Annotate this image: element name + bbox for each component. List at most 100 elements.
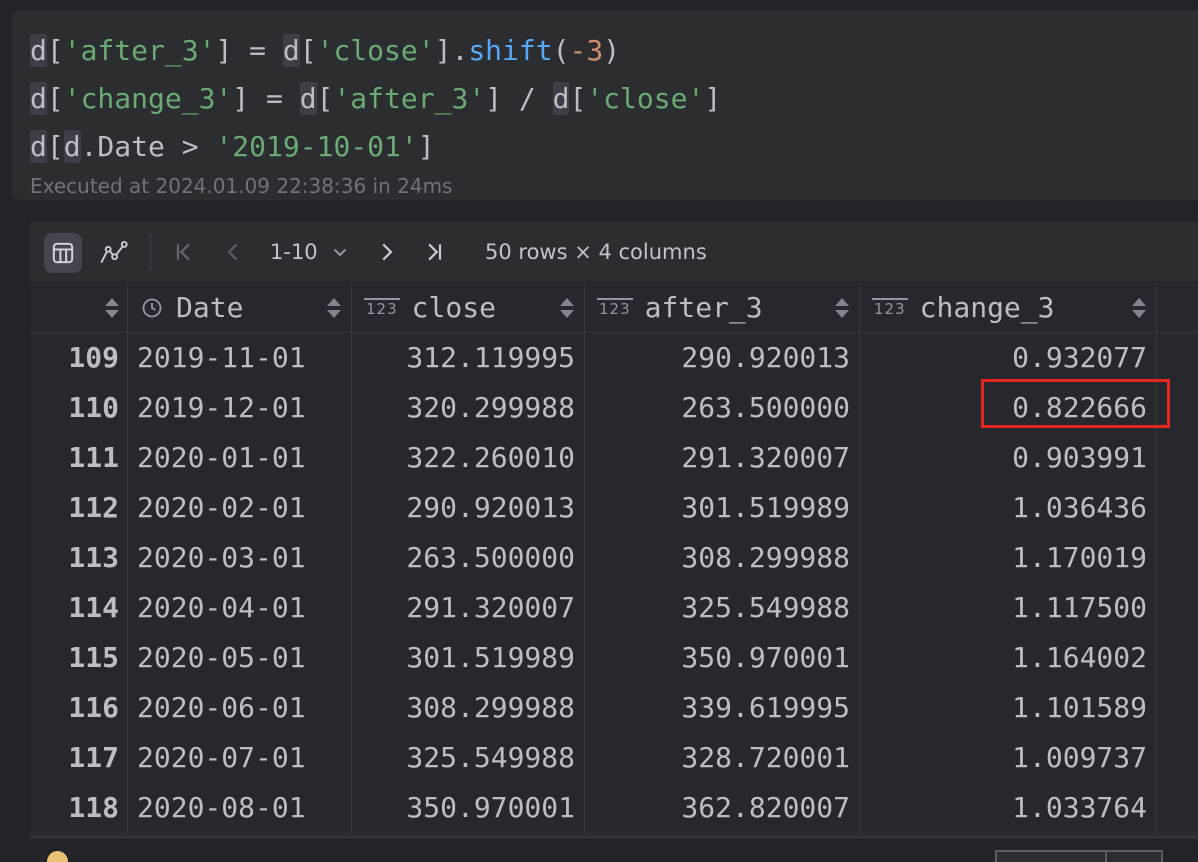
table-cell-change_3[interactable]: 1.170019 [860, 533, 1157, 583]
table-cell-change_3[interactable]: 1.036436 [860, 483, 1157, 533]
last-page-button[interactable] [418, 236, 450, 268]
chart-view-icon [98, 240, 128, 266]
code-token-op: [ [46, 34, 64, 67]
header-close-column[interactable]: 123 close [352, 283, 585, 332]
table-size-summary: 50 rows × 4 columns [485, 240, 707, 264]
dataframe-output-panel: 1-10 50 rows × 4 columns Date 123 close … [30, 222, 1198, 838]
table-cell-after_3[interactable]: 263.500000 [585, 383, 860, 433]
header-after3-column[interactable]: 123 after_3 [585, 283, 860, 332]
table-cell-after_3[interactable]: 339.619995 [585, 683, 860, 733]
table-cell-date[interactable]: 2020-08-01 [128, 783, 352, 833]
code-token-id: d [282, 34, 300, 67]
table-cell-close[interactable]: 320.299988 [352, 383, 585, 433]
table-cell-date[interactable]: 2020-01-01 [128, 433, 352, 483]
table-cell-date[interactable]: 2020-06-01 [128, 683, 352, 733]
sort-icon[interactable] [835, 297, 849, 318]
table-cell-close[interactable]: 322.260010 [352, 433, 585, 483]
table-cell-index[interactable]: 114 [30, 583, 128, 633]
table-cell-change_3[interactable]: 1.009737 [860, 733, 1157, 783]
header-date-column[interactable]: Date [128, 283, 352, 332]
row-range-dropdown[interactable]: 1-10 [270, 234, 350, 270]
code-token-op: > [164, 130, 216, 163]
code-token-op: = [232, 34, 283, 67]
table-cell-date[interactable]: 2020-04-01 [128, 583, 352, 633]
code-token-num: -3 [569, 34, 604, 67]
row-filler [1157, 683, 1198, 733]
table-cell-change_3[interactable]: 1.117500 [860, 583, 1157, 633]
table-cell-change_3[interactable]: 0.932077 [860, 333, 1157, 383]
table-cell-index[interactable]: 118 [30, 783, 128, 833]
code-cell-editor[interactable]: d['after_3'] = d['close'].shift(-3) d['ch… [12, 10, 1198, 200]
sort-icon[interactable] [327, 297, 341, 318]
row-filler [1157, 633, 1198, 683]
table-cell-index[interactable]: 110 [30, 383, 128, 433]
code-line: d[d.Date > '2019-10-01'] [30, 123, 1198, 171]
table-cell-close[interactable]: 263.500000 [352, 533, 585, 583]
table-view-button[interactable] [44, 233, 82, 273]
first-page-button[interactable] [168, 236, 200, 268]
table-cell-index[interactable]: 117 [30, 733, 128, 783]
table-cell-after_3[interactable]: 325.549988 [585, 583, 860, 633]
table-cell-close[interactable]: 325.549988 [352, 733, 585, 783]
column-label: close [411, 291, 496, 324]
table-cell-index[interactable]: 109 [30, 333, 128, 383]
sort-icon[interactable] [105, 297, 119, 318]
code-token-op: . [451, 34, 469, 67]
code-lines: d['after_3'] = d['close'].shift(-3) d['ch… [30, 27, 1198, 171]
table-cell-after_3[interactable]: 328.720001 [585, 733, 860, 783]
code-token-op: ] [232, 82, 250, 115]
table-cell-index[interactable]: 112 [30, 483, 128, 533]
table-cell-change_3[interactable]: 0.903991 [860, 433, 1157, 483]
table-cell-close[interactable]: 290.920013 [352, 483, 585, 533]
header-change3-column[interactable]: 123 change_3 [860, 283, 1157, 332]
table-row: 117 2020-07-01 325.549988 328.720001 1.00973… [30, 733, 1198, 783]
table-cell-change_3[interactable]: 1.101589 [860, 683, 1157, 733]
code-token-op: / [502, 82, 553, 115]
table-cell-after_3[interactable]: 291.320007 [585, 433, 860, 483]
row-filler [1157, 733, 1198, 783]
sort-icon[interactable] [560, 297, 574, 318]
code-token-op: ] [215, 34, 233, 67]
table-cell-after_3[interactable]: 308.299988 [585, 533, 860, 583]
sort-icon[interactable] [1132, 297, 1146, 318]
table-cell-close[interactable]: 301.519989 [352, 633, 585, 683]
previous-page-button[interactable] [218, 236, 250, 268]
table-cell-date[interactable]: 2019-11-01 [128, 333, 352, 383]
table-cell-close[interactable]: 312.119995 [352, 333, 585, 383]
code-token-id: d [299, 82, 317, 115]
table-cell-index[interactable]: 116 [30, 683, 128, 733]
table-cell-date[interactable]: 2020-02-01 [128, 483, 352, 533]
table-cell-after_3[interactable]: 290.920013 [585, 333, 860, 383]
chart-view-button[interactable] [94, 233, 132, 273]
table-cell-close[interactable]: 291.320007 [352, 583, 585, 633]
table-cell-index[interactable]: 115 [30, 633, 128, 683]
row-filler [1157, 433, 1198, 483]
table-header-row: Date 123 close 123 after_3 123 change_3 [30, 283, 1198, 333]
table-cell-after_3[interactable]: 350.970001 [585, 633, 860, 683]
table-cell-change_3[interactable]: 1.033764 [860, 783, 1157, 833]
row-filler [1157, 333, 1198, 383]
table-cell-date[interactable]: 2020-05-01 [128, 633, 352, 683]
code-token-op: ] [434, 34, 452, 67]
table-row: 114 2020-04-01 291.320007 325.549988 1.11750… [30, 583, 1198, 633]
table-cell-index[interactable]: 111 [30, 433, 128, 483]
table-cell-after_3[interactable]: 301.519989 [585, 483, 860, 533]
toolbar-divider [150, 234, 151, 270]
table-cell-close[interactable]: 350.970001 [352, 783, 585, 833]
code-token-op: [ [569, 82, 587, 115]
table-cell-index[interactable]: 113 [30, 533, 128, 583]
table-cell-change_3[interactable]: 1.164002 [860, 633, 1157, 683]
next-page-button[interactable] [370, 236, 402, 268]
table-cell-date[interactable]: 2020-03-01 [128, 533, 352, 583]
table-cell-close[interactable]: 308.299988 [352, 683, 585, 733]
code-token-id: d [30, 82, 47, 115]
table-cell-date[interactable]: 2020-07-01 [128, 733, 352, 783]
previous-page-icon [222, 240, 246, 264]
code-token-str: '2019-10-01' [215, 130, 418, 163]
table-cell-date[interactable]: 2019-12-01 [128, 383, 352, 433]
table-row: 109 2019-11-01 312.119995 290.920013 0.93207… [30, 333, 1198, 383]
code-token-op: .Date [80, 130, 165, 163]
table-cell-after_3[interactable]: 362.820007 [585, 783, 860, 833]
header-index-column[interactable] [30, 283, 128, 332]
last-page-icon [422, 240, 446, 264]
